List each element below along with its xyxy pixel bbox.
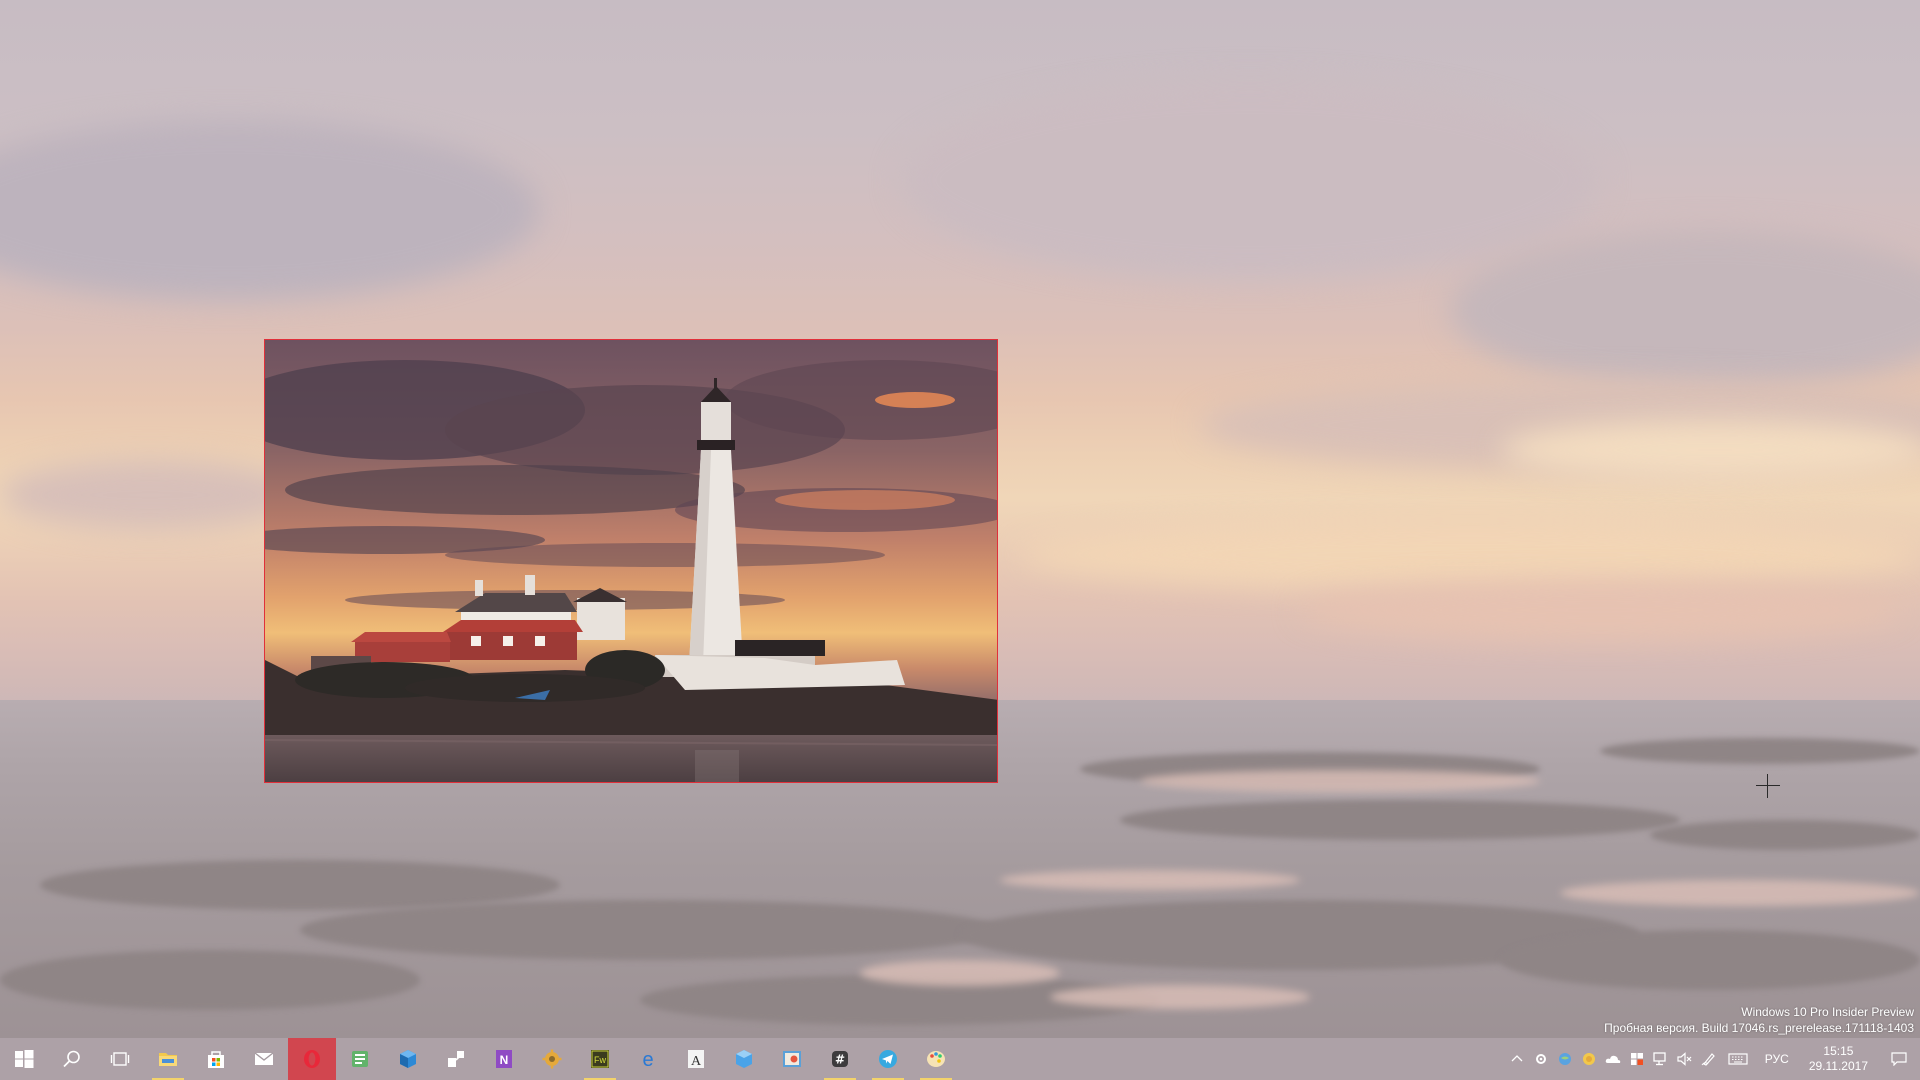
folder-icon — [159, 1053, 177, 1066]
cube2-icon — [736, 1050, 752, 1068]
tray-settings[interactable] — [1529, 1038, 1553, 1080]
tray-volume[interactable] — [1673, 1038, 1697, 1080]
keyboard-icon — [1728, 1053, 1748, 1065]
font-icon: A — [688, 1050, 704, 1069]
search-icon — [63, 1050, 80, 1068]
tray-network[interactable] — [1649, 1038, 1673, 1080]
taskbar-app-connect[interactable] — [432, 1038, 480, 1080]
network-icon — [1653, 1052, 1666, 1066]
windows-logo-icon — [15, 1050, 34, 1068]
gear-icon — [542, 1049, 562, 1069]
opera-icon — [304, 1050, 320, 1068]
action-center-button[interactable] — [1878, 1038, 1920, 1080]
telegram-icon — [879, 1050, 897, 1068]
taskbar-app-opera[interactable] — [288, 1038, 336, 1080]
mail-icon — [254, 1052, 274, 1065]
svg-text:#: # — [835, 1053, 845, 1067]
tray-onedrive[interactable] — [1601, 1038, 1625, 1080]
feed-icon — [352, 1051, 368, 1067]
taskbar-app-fireworks[interactable]: Fw — [576, 1038, 624, 1080]
taskbar-app-feed-reader[interactable] — [336, 1038, 384, 1080]
taskbar-app-font[interactable]: A — [672, 1038, 720, 1080]
svg-text:N: N — [500, 1053, 509, 1067]
taskbar-app-cube[interactable] — [384, 1038, 432, 1080]
edge-icon: e — [642, 1049, 653, 1070]
tray-date: 29.11.2017 — [1808, 1059, 1868, 1073]
tray-globe[interactable] — [1553, 1038, 1577, 1080]
svg-text:e: e — [642, 1049, 653, 1070]
start-button[interactable] — [0, 1038, 48, 1080]
tray-ink-workspace[interactable] — [1697, 1038, 1721, 1080]
lighthouse-photo — [265, 340, 997, 782]
settings-icon — [1535, 1054, 1546, 1064]
taskbar-app-gear[interactable] — [528, 1038, 576, 1080]
watermark-line-build: Пробная версия. Build 17046.rs_prereleas… — [1604, 1021, 1914, 1035]
tray-flag[interactable] — [1625, 1038, 1649, 1080]
coin-icon — [1582, 1053, 1595, 1065]
svg-text:A: A — [691, 1054, 702, 1069]
taskbar-app-cube-2[interactable] — [720, 1038, 768, 1080]
tray-touch-keyboard[interactable] — [1721, 1038, 1755, 1080]
taskbar-app-slack[interactable]: # — [816, 1038, 864, 1080]
tray-coin[interactable] — [1577, 1038, 1601, 1080]
show-hidden-icons-button[interactable] — [1505, 1038, 1529, 1080]
pen-icon — [1701, 1053, 1715, 1066]
crosshair-cursor — [1756, 774, 1780, 798]
watermark-line-edition: Windows 10 Pro Insider Preview — [1741, 1005, 1914, 1019]
taskbar-app-store[interactable] — [192, 1038, 240, 1080]
onenote-icon: N — [496, 1050, 512, 1068]
cloud-icon — [1605, 1055, 1621, 1063]
fireworks-icon: Fw — [591, 1050, 609, 1068]
tray-time: 15:15 — [1823, 1044, 1854, 1058]
system-tray: РУС 15:15 29.11.2017 — [1505, 1038, 1920, 1080]
taskbar-app-file-explorer[interactable] — [144, 1038, 192, 1080]
search-button[interactable] — [48, 1038, 96, 1080]
connect-icon — [448, 1051, 464, 1067]
task-view-button[interactable] — [96, 1038, 144, 1080]
store-bag-icon — [208, 1051, 224, 1068]
taskbar-app-edge[interactable]: e — [624, 1038, 672, 1080]
tray-clock[interactable]: 15:15 29.11.2017 — [1799, 1044, 1878, 1074]
snip-selection-region[interactable] — [264, 339, 998, 783]
slack-icon: # — [832, 1051, 848, 1067]
input-language-indicator[interactable]: РУС — [1755, 1052, 1799, 1066]
chevron-up-icon — [1511, 1055, 1523, 1062]
volume-muted-icon — [1677, 1052, 1692, 1066]
snip-icon — [783, 1051, 801, 1067]
palette-icon — [927, 1051, 945, 1067]
task-view-icon — [110, 1052, 130, 1066]
taskbar-app-snip[interactable] — [768, 1038, 816, 1080]
taskbar-app-paint[interactable] — [912, 1038, 960, 1080]
taskbar: N Fw e A # РУС 15:15 29.11.2017 — [0, 1038, 1920, 1080]
cube-icon — [400, 1050, 416, 1068]
taskbar-app-onenote[interactable]: N — [480, 1038, 528, 1080]
taskbar-app-telegram[interactable] — [864, 1038, 912, 1080]
taskbar-app-mail[interactable] — [240, 1038, 288, 1080]
flag-icon — [1630, 1053, 1643, 1065]
svg-text:Fw: Fw — [594, 1055, 606, 1065]
os-build-watermark: Windows 10 Pro Insider Preview Пробная в… — [1604, 1004, 1914, 1036]
notification-icon — [1891, 1052, 1907, 1066]
globe-icon — [1558, 1053, 1571, 1065]
